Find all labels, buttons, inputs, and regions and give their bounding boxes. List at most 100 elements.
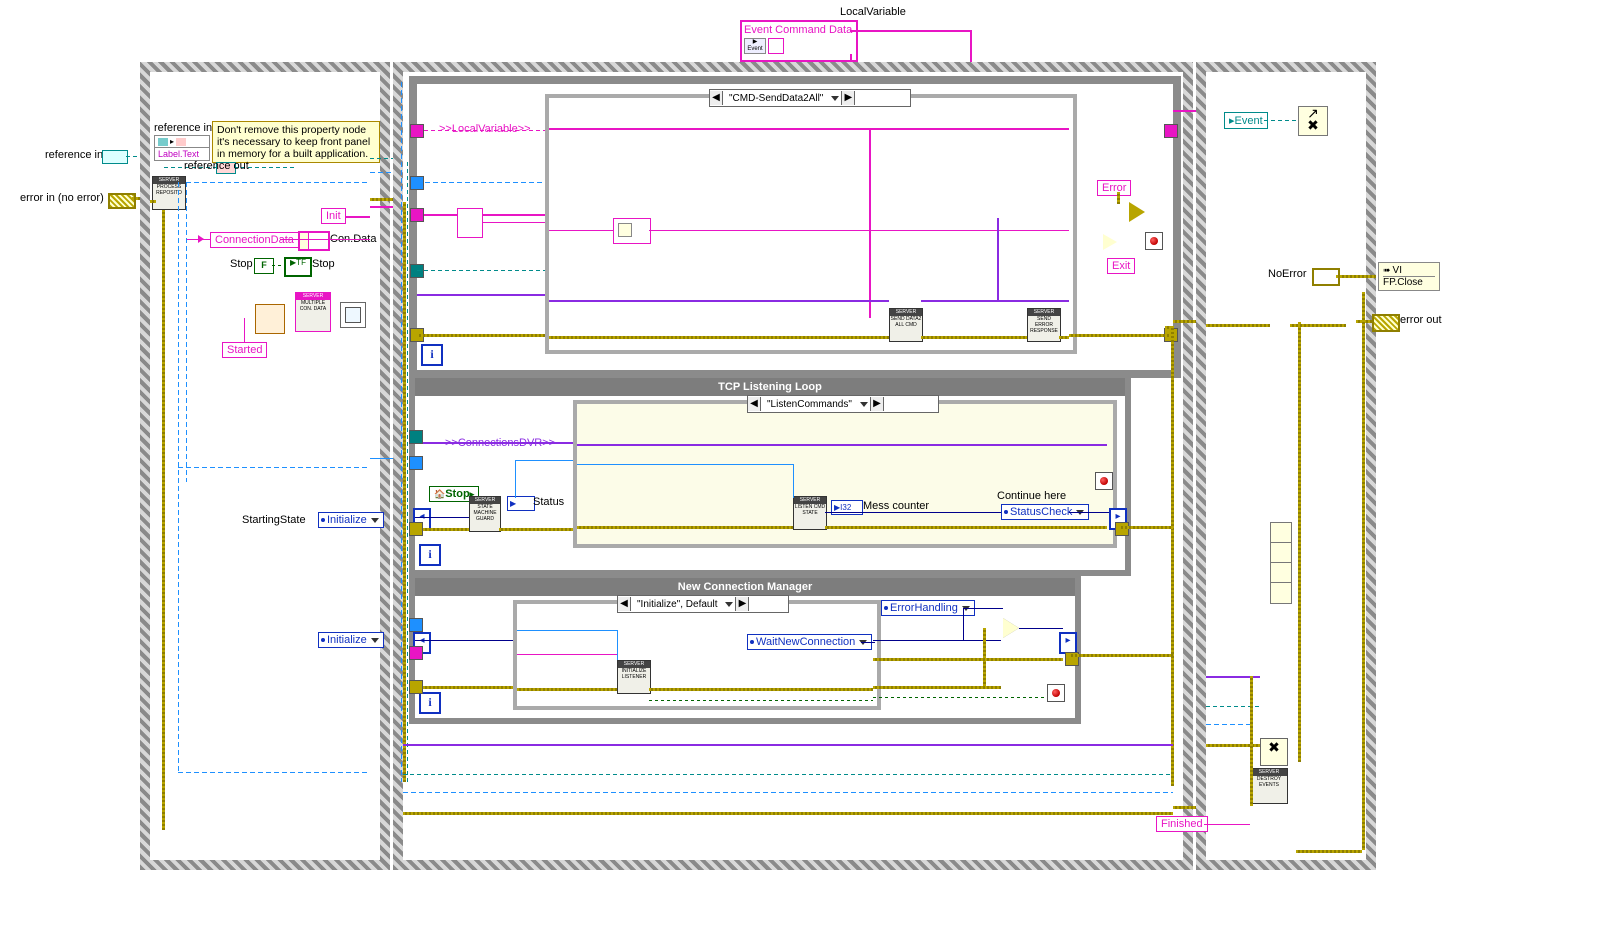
wire xyxy=(272,265,284,266)
subvi-body: PROCESS REPOSITO xyxy=(153,184,185,196)
vi-fp-close-invoke[interactable]: ➠VI FP.Close xyxy=(1378,262,1440,291)
server-multiple-con-data-subvi[interactable]: SERVER MULTIPLE CON. DATA xyxy=(295,292,331,332)
wire xyxy=(1336,275,1376,278)
wire xyxy=(517,688,617,691)
subvi-body: MULTIPLE CON. DATA xyxy=(296,300,330,312)
started-constant: Started xyxy=(222,342,267,358)
wire xyxy=(1298,322,1301,762)
case-value: "Initialize", Default xyxy=(631,599,723,610)
init-sequence-frame: reference in ▸ Label.Text Don't remove t… xyxy=(140,62,390,870)
wire xyxy=(403,812,1173,815)
wire xyxy=(873,686,1001,689)
subvi-hdr: SERVER xyxy=(1251,769,1287,776)
wire xyxy=(1296,850,1362,853)
wire xyxy=(244,318,245,342)
send-data2all-subvi[interactable]: SERVER SEND DATA2 ALL CMD xyxy=(889,308,923,342)
wire xyxy=(1019,628,1063,629)
ring-value: ErrorHandling xyxy=(890,602,958,614)
property-node[interactable]: ▸ Label.Text xyxy=(154,135,210,161)
wire xyxy=(403,774,1173,775)
tunnel xyxy=(410,264,424,278)
wire xyxy=(850,30,970,32)
wire xyxy=(415,686,513,689)
tcp-listening-loop: TCP Listening Loop ◀ "ListenCommands" ▶ … xyxy=(409,372,1131,576)
error-in-terminal xyxy=(108,193,136,209)
stop-local-var[interactable]: ▶TF xyxy=(284,257,312,277)
wire xyxy=(1119,526,1173,529)
tunnel xyxy=(409,522,423,536)
wire xyxy=(401,82,402,782)
mess-counter-label: Mess counter xyxy=(863,500,929,512)
case-prev-icon[interactable]: ◀ xyxy=(710,91,723,105)
wire xyxy=(403,792,1173,793)
con-data-local[interactable] xyxy=(298,231,330,251)
wire xyxy=(1069,654,1173,657)
dropdown-icon[interactable] xyxy=(371,518,379,523)
loop-stop-terminal xyxy=(1095,472,1113,490)
inv-l2: FP.Close xyxy=(1383,276,1435,288)
wire xyxy=(417,182,545,183)
wire xyxy=(921,336,1027,339)
case-prev-icon[interactable]: ◀ xyxy=(618,597,631,611)
error-out-label: error out xyxy=(1400,314,1442,326)
destroy-user-event-icon[interactable]: ↗✖ xyxy=(1298,106,1328,136)
merge-errors-icon xyxy=(1270,582,1292,604)
dvr-ref-icon[interactable] xyxy=(340,302,366,328)
init-constant: Init xyxy=(321,208,346,224)
tunnel xyxy=(409,646,423,660)
wait-new-connection-ring[interactable]: WaitNewConnection xyxy=(747,634,872,650)
server-process-repo-subvi[interactable]: SERVER PROCESS REPOSITO xyxy=(152,176,186,210)
case-prev-icon[interactable]: ◀ xyxy=(748,397,761,411)
initialize-ring-2[interactable]: Initialize xyxy=(318,632,384,648)
wire xyxy=(186,182,370,183)
ncm-case: ◀ "Initialize", Default ▶ SERVER INITIAL… xyxy=(513,600,881,710)
wire xyxy=(1362,292,1365,320)
wire xyxy=(649,700,873,701)
close-reference-icon[interactable]: ✖ xyxy=(1260,738,1288,766)
case-next-icon[interactable]: ▶ xyxy=(735,597,749,611)
state-machine-guard-subvi[interactable]: SERVER STATE MACHINE GUARD xyxy=(469,496,501,532)
subvi-body: STATE MACHINE GUARD xyxy=(470,504,500,522)
stop-label-right: Stop xyxy=(312,258,335,270)
case-dropdown-icon[interactable] xyxy=(858,399,870,410)
wire xyxy=(549,128,1069,130)
case-dropdown-icon[interactable] xyxy=(829,93,841,104)
send-error-response-subvi[interactable]: SERVER SEND ERROR RESPONSE xyxy=(1027,308,1061,342)
select-icon xyxy=(1003,618,1019,638)
equal-icon xyxy=(1103,234,1117,250)
case-selector[interactable]: ◀ "ListenCommands" ▶ xyxy=(747,395,939,413)
error-handling-ring[interactable]: ErrorHandling xyxy=(881,600,975,616)
subvi-hdr: SERVER xyxy=(470,497,500,504)
case-dropdown-icon[interactable] xyxy=(723,599,735,610)
case-selector[interactable]: ◀ "Initialize", Default ▶ xyxy=(617,595,789,613)
main-sequence-frame: ◀ "CMD-SendData2All" ▶ SERVER SEND DATA2… xyxy=(393,62,1193,870)
false-constant[interactable]: F xyxy=(254,258,274,274)
local-variable-case: ◀ "CMD-SendData2All" ▶ SERVER SEND DATA2… xyxy=(545,94,1077,354)
ring-value: Initialize xyxy=(327,634,367,646)
wire xyxy=(415,442,573,444)
wire xyxy=(1362,320,1365,850)
cleanup-sequence-frame: ▸Event ↗✖ ✖ SERVER DESTROY EVENTS Finish… xyxy=(1196,62,1376,870)
listen-cmd-state-subvi[interactable]: SERVER LISTEN CMD STATE xyxy=(793,496,827,530)
case-next-icon[interactable]: ▶ xyxy=(841,91,855,105)
initialize-listener-subvi[interactable]: SERVER INITIALIZE LISTENER xyxy=(617,660,651,694)
bundle-icon[interactable] xyxy=(255,304,285,334)
merge-errors-icon xyxy=(1270,542,1292,564)
case-selector[interactable]: ◀ "CMD-SendData2All" ▶ xyxy=(709,89,911,107)
tunnel xyxy=(410,176,424,190)
initialize-ring-1[interactable]: Initialize xyxy=(318,512,384,528)
wire xyxy=(1264,120,1298,121)
wire xyxy=(346,216,370,218)
wire xyxy=(517,630,617,631)
wire xyxy=(178,182,179,772)
wire xyxy=(963,608,1003,609)
case-value: "CMD-SendData2All" xyxy=(723,93,829,104)
wire xyxy=(850,54,852,62)
wire xyxy=(403,202,406,782)
dropdown-icon[interactable] xyxy=(371,638,379,643)
compare-icon xyxy=(1129,202,1145,222)
unbundle-icon xyxy=(457,208,483,238)
destroy-events-subvi[interactable]: SERVER DESTROY EVENTS xyxy=(1250,768,1288,804)
subvi-hdr: SERVER xyxy=(153,177,185,184)
case-next-icon[interactable]: ▶ xyxy=(870,397,884,411)
